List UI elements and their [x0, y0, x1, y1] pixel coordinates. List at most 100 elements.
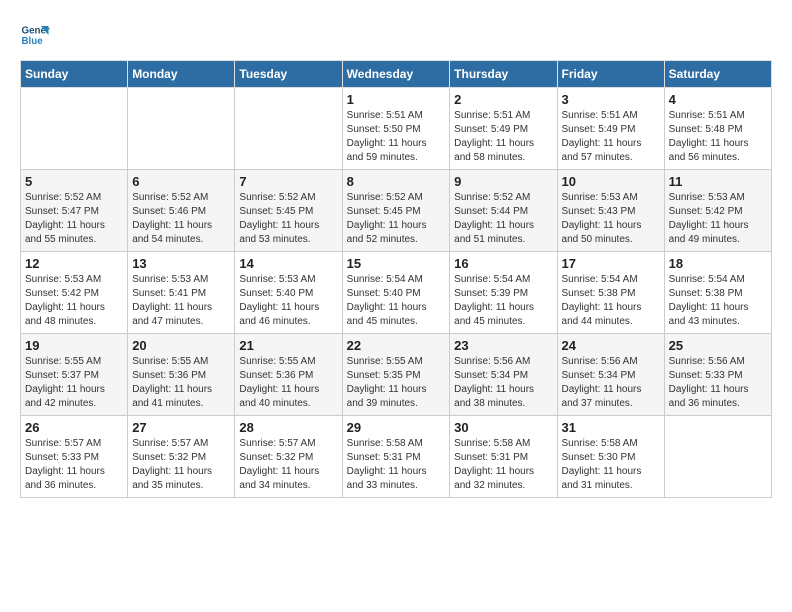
- day-info: Sunrise: 5:58 AM Sunset: 5:31 PM Dayligh…: [454, 437, 552, 493]
- day-cell: 30 Sunrise: 5:58 AM Sunset: 5:31 PM Dayli…: [450, 416, 557, 498]
- day-info: Sunrise: 5:51 AM Sunset: 5:48 PM Dayligh…: [669, 109, 767, 165]
- day-info: Sunrise: 5:57 AM Sunset: 5:32 PM Dayligh…: [239, 437, 337, 493]
- day-number: 23: [454, 338, 552, 353]
- day-cell: [664, 416, 771, 498]
- weekday-friday: Friday: [557, 61, 664, 88]
- day-number: 26: [25, 420, 123, 435]
- day-cell: 22 Sunrise: 5:55 AM Sunset: 5:35 PM Dayli…: [342, 334, 450, 416]
- day-info: Sunrise: 5:53 AM Sunset: 5:41 PM Dayligh…: [132, 273, 230, 329]
- day-info: Sunrise: 5:54 AM Sunset: 5:38 PM Dayligh…: [562, 273, 660, 329]
- day-info: Sunrise: 5:52 AM Sunset: 5:45 PM Dayligh…: [239, 191, 337, 247]
- day-number: 29: [347, 420, 446, 435]
- day-info: Sunrise: 5:53 AM Sunset: 5:43 PM Dayligh…: [562, 191, 660, 247]
- weekday-saturday: Saturday: [664, 61, 771, 88]
- day-cell: 27 Sunrise: 5:57 AM Sunset: 5:32 PM Dayli…: [128, 416, 235, 498]
- day-number: 3: [562, 92, 660, 107]
- day-number: 27: [132, 420, 230, 435]
- day-number: 1: [347, 92, 446, 107]
- day-cell: 15 Sunrise: 5:54 AM Sunset: 5:40 PM Dayli…: [342, 252, 450, 334]
- day-number: 8: [347, 174, 446, 189]
- calendar-body: 1 Sunrise: 5:51 AM Sunset: 5:50 PM Daylig…: [21, 88, 772, 498]
- day-info: Sunrise: 5:55 AM Sunset: 5:36 PM Dayligh…: [132, 355, 230, 411]
- week-row-5: 26Sunrise: 5:57 AM Sunset: 5:33 PM Dayli…: [21, 416, 772, 498]
- day-cell: 14Sunrise: 5:53 AM Sunset: 5:40 PM Dayli…: [235, 252, 342, 334]
- week-row-3: 12 Sunrise: 5:53 AM Sunset: 5:42 PM Dayli…: [21, 252, 772, 334]
- day-number: 5: [25, 174, 123, 189]
- day-number: 28: [239, 420, 337, 435]
- day-cell: 23 Sunrise: 5:56 AM Sunset: 5:34 PM Dayli…: [450, 334, 557, 416]
- day-number: 25: [669, 338, 767, 353]
- day-number: 17: [562, 256, 660, 271]
- day-info: Sunrise: 5:58 AM Sunset: 5:30 PM Dayligh…: [562, 437, 660, 493]
- day-number: 20: [132, 338, 230, 353]
- day-info: Sunrise: 5:52 AM Sunset: 5:46 PM Dayligh…: [132, 191, 230, 247]
- day-number: 15: [347, 256, 446, 271]
- day-cell: 20 Sunrise: 5:55 AM Sunset: 5:36 PM Dayli…: [128, 334, 235, 416]
- logo-icon: General Blue: [20, 20, 50, 50]
- day-cell: 29 Sunrise: 5:58 AM Sunset: 5:31 PM Dayli…: [342, 416, 450, 498]
- day-info: Sunrise: 5:53 AM Sunset: 5:40 PM Dayligh…: [239, 273, 337, 329]
- day-number: 13: [132, 256, 230, 271]
- day-info: Sunrise: 5:56 AM Sunset: 5:34 PM Dayligh…: [454, 355, 552, 411]
- weekday-wednesday: Wednesday: [342, 61, 450, 88]
- day-number: 22: [347, 338, 446, 353]
- day-cell: 12 Sunrise: 5:53 AM Sunset: 5:42 PM Dayli…: [21, 252, 128, 334]
- day-cell: 6Sunrise: 5:52 AM Sunset: 5:46 PM Daylig…: [128, 170, 235, 252]
- weekday-thursday: Thursday: [450, 61, 557, 88]
- day-number: 18: [669, 256, 767, 271]
- day-info: Sunrise: 5:54 AM Sunset: 5:40 PM Dayligh…: [347, 273, 446, 329]
- day-number: 16: [454, 256, 552, 271]
- day-cell: 3Sunrise: 5:51 AM Sunset: 5:49 PM Daylig…: [557, 88, 664, 170]
- day-cell: 9 Sunrise: 5:52 AM Sunset: 5:44 PM Daylig…: [450, 170, 557, 252]
- day-cell: [235, 88, 342, 170]
- day-number: 9: [454, 174, 552, 189]
- day-cell: 11 Sunrise: 5:53 AM Sunset: 5:42 PM Dayli…: [664, 170, 771, 252]
- day-info: Sunrise: 5:52 AM Sunset: 5:47 PM Dayligh…: [25, 191, 123, 247]
- day-info: Sunrise: 5:55 AM Sunset: 5:36 PM Dayligh…: [239, 355, 337, 411]
- day-info: Sunrise: 5:55 AM Sunset: 5:35 PM Dayligh…: [347, 355, 446, 411]
- weekday-sunday: Sunday: [21, 61, 128, 88]
- day-info: Sunrise: 5:53 AM Sunset: 5:42 PM Dayligh…: [669, 191, 767, 247]
- calendar-table: SundayMondayTuesdayWednesdayThursdayFrid…: [20, 60, 772, 498]
- day-info: Sunrise: 5:54 AM Sunset: 5:38 PM Dayligh…: [669, 273, 767, 329]
- day-cell: 19 Sunrise: 5:55 AM Sunset: 5:37 PM Dayli…: [21, 334, 128, 416]
- day-info: Sunrise: 5:51 AM Sunset: 5:50 PM Dayligh…: [347, 109, 446, 165]
- day-cell: 7 Sunrise: 5:52 AM Sunset: 5:45 PM Daylig…: [235, 170, 342, 252]
- weekday-tuesday: Tuesday: [235, 61, 342, 88]
- day-info: Sunrise: 5:51 AM Sunset: 5:49 PM Dayligh…: [454, 109, 552, 165]
- day-cell: 31Sunrise: 5:58 AM Sunset: 5:30 PM Dayli…: [557, 416, 664, 498]
- day-number: 24: [562, 338, 660, 353]
- day-cell: 26Sunrise: 5:57 AM Sunset: 5:33 PM Dayli…: [21, 416, 128, 498]
- day-cell: 1 Sunrise: 5:51 AM Sunset: 5:50 PM Daylig…: [342, 88, 450, 170]
- day-number: 21: [239, 338, 337, 353]
- day-number: 7: [239, 174, 337, 189]
- svg-text:Blue: Blue: [22, 36, 44, 47]
- weekday-header-row: SundayMondayTuesdayWednesdayThursdayFrid…: [21, 61, 772, 88]
- day-number: 19: [25, 338, 123, 353]
- day-number: 11: [669, 174, 767, 189]
- day-cell: 10Sunrise: 5:53 AM Sunset: 5:43 PM Dayli…: [557, 170, 664, 252]
- day-number: 4: [669, 92, 767, 107]
- day-cell: [21, 88, 128, 170]
- day-number: 12: [25, 256, 123, 271]
- day-info: Sunrise: 5:54 AM Sunset: 5:39 PM Dayligh…: [454, 273, 552, 329]
- day-info: Sunrise: 5:52 AM Sunset: 5:44 PM Dayligh…: [454, 191, 552, 247]
- day-info: Sunrise: 5:58 AM Sunset: 5:31 PM Dayligh…: [347, 437, 446, 493]
- day-info: Sunrise: 5:55 AM Sunset: 5:37 PM Dayligh…: [25, 355, 123, 411]
- day-cell: 13 Sunrise: 5:53 AM Sunset: 5:41 PM Dayli…: [128, 252, 235, 334]
- day-info: Sunrise: 5:56 AM Sunset: 5:33 PM Dayligh…: [669, 355, 767, 411]
- day-cell: 4 Sunrise: 5:51 AM Sunset: 5:48 PM Daylig…: [664, 88, 771, 170]
- logo: General Blue: [20, 20, 50, 50]
- day-info: Sunrise: 5:52 AM Sunset: 5:45 PM Dayligh…: [347, 191, 446, 247]
- day-cell: 25 Sunrise: 5:56 AM Sunset: 5:33 PM Dayli…: [664, 334, 771, 416]
- day-info: Sunrise: 5:53 AM Sunset: 5:42 PM Dayligh…: [25, 273, 123, 329]
- week-row-4: 19 Sunrise: 5:55 AM Sunset: 5:37 PM Dayli…: [21, 334, 772, 416]
- day-number: 2: [454, 92, 552, 107]
- day-number: 30: [454, 420, 552, 435]
- day-cell: 5 Sunrise: 5:52 AM Sunset: 5:47 PM Daylig…: [21, 170, 128, 252]
- day-cell: 18 Sunrise: 5:54 AM Sunset: 5:38 PM Dayli…: [664, 252, 771, 334]
- week-row-1: 1 Sunrise: 5:51 AM Sunset: 5:50 PM Daylig…: [21, 88, 772, 170]
- week-row-2: 5 Sunrise: 5:52 AM Sunset: 5:47 PM Daylig…: [21, 170, 772, 252]
- day-info: Sunrise: 5:57 AM Sunset: 5:32 PM Dayligh…: [132, 437, 230, 493]
- day-cell: 2 Sunrise: 5:51 AM Sunset: 5:49 PM Daylig…: [450, 88, 557, 170]
